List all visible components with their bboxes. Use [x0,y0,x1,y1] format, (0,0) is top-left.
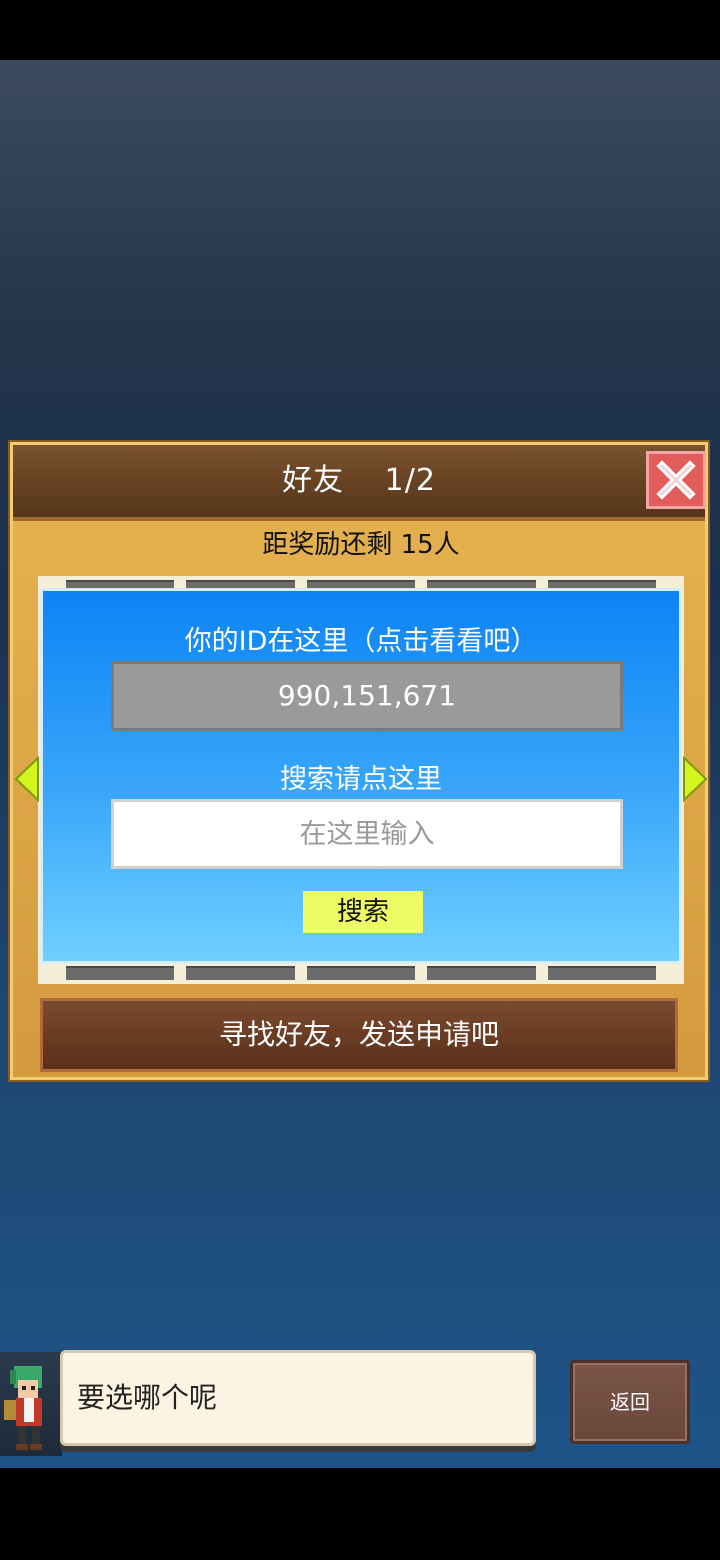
slot [66,966,175,980]
bottom-slot-row [66,966,657,980]
panel-title: 好友 1/2 [13,445,705,517]
arrow-right-icon[interactable] [682,756,708,802]
slot [547,966,657,980]
id-label[interactable]: 你的ID在这里（点击看看吧） [43,619,679,658]
close-button[interactable] [646,451,706,509]
find-friends-button[interactable]: 寻找好友，发送申请吧 [40,998,678,1072]
dialog-box: 要选哪个呢 [60,1350,536,1446]
navigation-bar [0,1468,720,1560]
reward-progress-text: 距奖励还剩 15人 [262,530,460,560]
panel-header: 好友 1/2 [13,445,706,521]
close-icon [656,460,696,500]
character-avatar [0,1352,62,1456]
page-indicator: 1/2 [384,463,436,498]
dialog-text: 要选哪个呢 [77,1381,218,1414]
panel-title-text: 好友 [282,463,345,498]
slot [427,966,536,980]
status-bar [0,0,720,60]
slot [306,966,416,980]
friend-panel: 好友 1/2 距奖励还剩 15人 你的ID在这里（点击看看吧） 990,151,… [8,440,710,1082]
search-button[interactable]: 搜索 [303,891,423,933]
id-search-box: 你的ID在这里（点击看看吧） 990,151,671 搜索请点这里 搜索 [40,588,682,964]
slot [186,966,295,980]
arrow-left-icon[interactable] [14,756,40,802]
character-sprite [4,1366,42,1450]
search-label: 搜索请点这里 [280,764,442,795]
back-button[interactable]: 返回 [570,1360,690,1444]
user-id-display[interactable]: 990,151,671 [111,661,623,731]
friend-frame: 你的ID在这里（点击看看吧） 990,151,671 搜索请点这里 搜索 [38,576,684,984]
search-input[interactable] [111,799,623,869]
